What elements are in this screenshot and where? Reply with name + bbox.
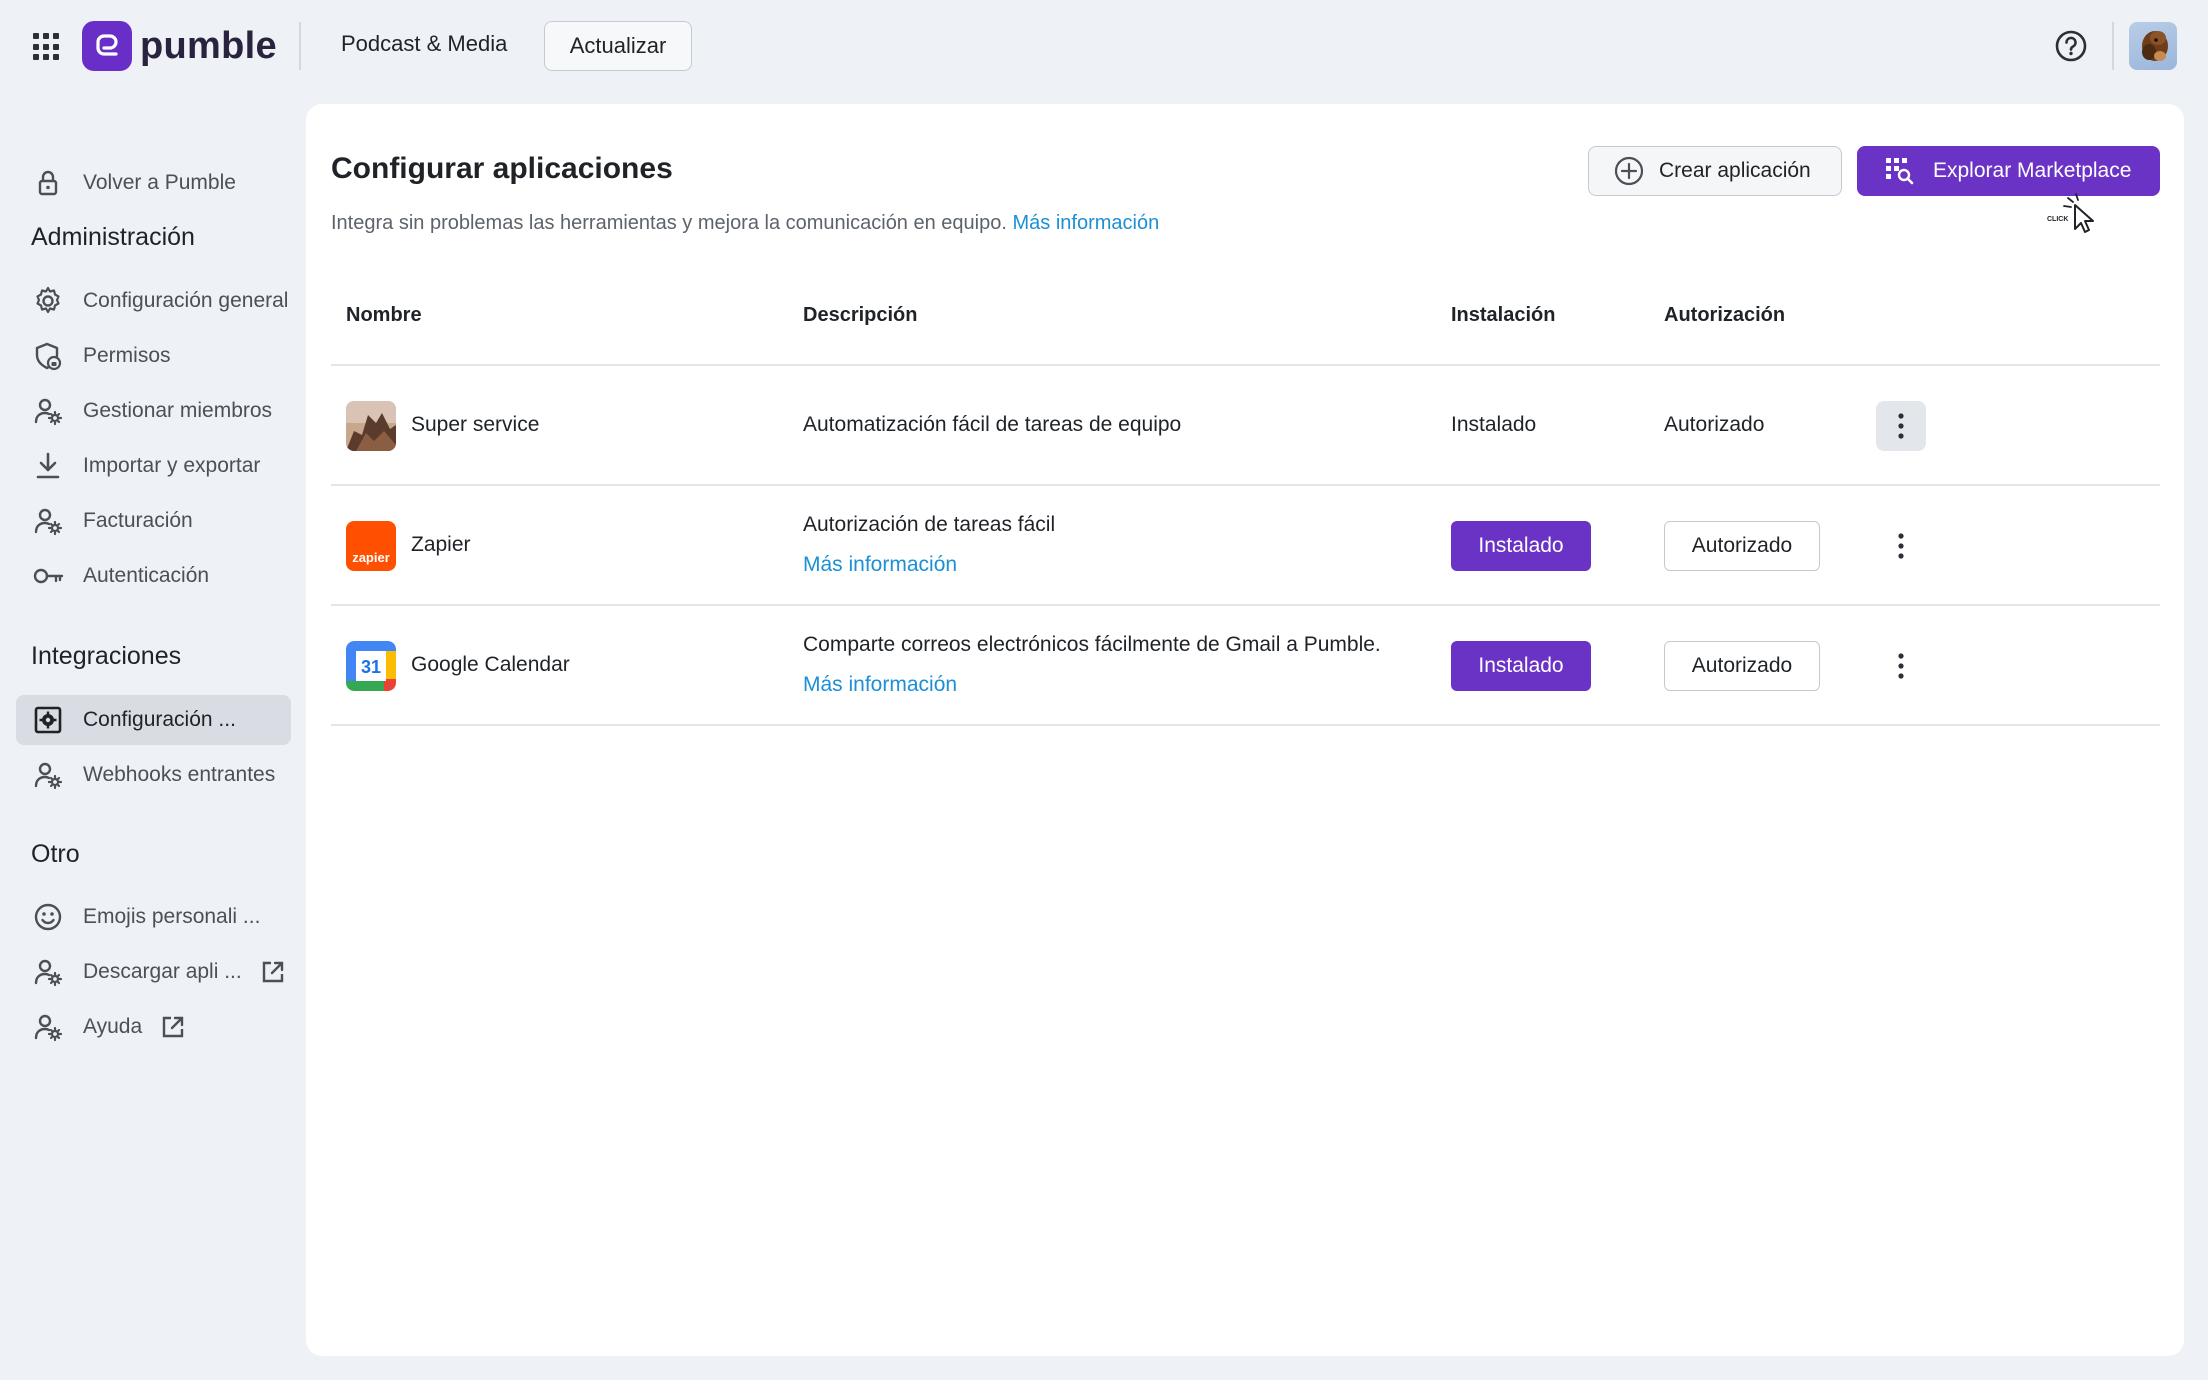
app-description: Autorización de tareas fácil [803,513,1056,536]
installation-status: Instalado [1451,413,1537,436]
sidebar-item-manage-members[interactable]: Gestionar miembros [16,386,291,436]
user-gear-icon [34,398,63,426]
authorization-status: Autorizado [1664,413,1765,436]
sidebar-item-label: Emojis personali ... [83,905,261,928]
sidebar-item-label: Gestionar miembros [83,399,273,422]
app-name: Super service [411,413,540,436]
sidebar-item-permissions[interactable]: Permisos [16,331,291,381]
table-row: zapier Zapier Autorización de tareas fác… [331,485,2160,605]
sidebar-item-label: Descargar apli ... [83,960,242,983]
more-info-link[interactable]: Más información [1012,212,1159,234]
plus-circle-icon [1614,156,1644,186]
sidebar-item-label: Ayuda [83,1015,143,1038]
workspace-name[interactable]: Podcast & Media [341,31,507,57]
click-label: CLICK [2047,216,2068,223]
more-info-link[interactable]: Más información [803,553,957,577]
click-cursor-icon: CLICK [2047,193,2094,233]
sidebar-item-label: Volver a Pumble [83,171,236,194]
authorized-button[interactable]: Autorizado [1664,641,1820,691]
external-link-icon [162,1016,184,1038]
page-title: Configurar aplicaciones [331,152,673,185]
subtitle-text: Integra sin problemas las herramientas y… [331,212,1007,234]
gear-icon [36,286,60,314]
zapier-icon: zapier [346,521,396,571]
more-options-button[interactable] [1876,521,1926,571]
app-description: Comparte correos electrónicos fácilmente… [803,633,1381,656]
authorized-button[interactable]: Autorizado [1664,521,1820,571]
key-icon [33,568,64,584]
app-name: Google Calendar [411,653,570,676]
admin-heading: Administración [31,223,195,251]
google-calendar-icon: 31 [346,641,396,691]
main-panel: Configurar aplicaciones Integra sin prob… [306,104,2184,1356]
explore-marketplace-button[interactable]: Explorar Marketplace [1857,146,2160,196]
smiley-icon [34,903,62,931]
top-bar: pumble Podcast & Media Actualizar [0,0,2208,92]
avatar[interactable] [2129,22,2177,70]
logo-text: pumble [140,24,277,67]
user-gear-icon [34,508,63,536]
installed-button[interactable]: Instalado [1451,641,1591,691]
sidebar-item-label: Configuración general [83,289,289,312]
sidebar-item-incoming-webhooks[interactable]: Webhooks entrantes [16,750,291,800]
create-app-label: Crear aplicación [1659,159,1811,182]
user-gear-icon [34,1014,63,1042]
shield-lock-icon [35,342,62,371]
help-icon[interactable] [2054,29,2088,63]
column-header-authorization: Autorización [1664,304,1786,326]
external-link-icon [262,961,283,983]
sidebar-item-label: Facturación [83,509,193,532]
sidebar-item-billing[interactable]: Facturación [16,496,291,546]
super-service-icon [346,401,396,451]
back-to-pumble-link[interactable]: Volver a Pumble [16,158,291,208]
explore-marketplace-label: Explorar Marketplace [1933,159,2132,182]
sidebar-item-label: Permisos [83,344,171,367]
sidebar-item-label: Importar y exportar [83,454,261,477]
download-icon [36,452,60,479]
more-options-button[interactable] [1876,401,1926,451]
kebab-icon [1898,533,1904,559]
table-row: 31 Google Calendar Comparte correos elec… [331,605,2160,725]
sidebar-item-custom-emojis[interactable]: Emojis personali ... [16,892,291,942]
app-description: Automatización fácil de tareas de equipo [803,413,1182,436]
kebab-icon [1898,413,1904,439]
pumble-logo-icon [82,21,132,71]
sidebar-item-authentication[interactable]: Autenticación [16,551,291,601]
column-header-description: Descripción [803,304,918,326]
more-info-link[interactable]: Más información [803,673,957,697]
pumble-logo[interactable]: pumble [82,21,277,71]
user-gear-icon [34,762,63,790]
apps-grid-icon[interactable] [33,33,61,61]
column-header-installation: Instalación [1451,304,1556,326]
other-heading: Otro [31,840,80,868]
marketplace-search-icon [1886,158,1914,185]
integrations-heading: Integraciones [31,642,182,670]
divider [2112,22,2114,70]
page-subtitle: Integra sin problemas las herramientas y… [331,212,1159,235]
divider [299,22,301,70]
sidebar-item-app-configuration[interactable]: Configuración ... [16,695,291,745]
upgrade-button[interactable]: Actualizar [544,21,692,71]
sidebar-item-download-apps[interactable]: Descargar apli ... [16,947,291,997]
table-divider [331,724,2160,726]
kebab-icon [1898,653,1904,679]
table-row: Super service Automatización fácil de ta… [331,365,2160,485]
sidebar-item-help[interactable]: Ayuda [16,1002,291,1052]
user-gear-icon [34,959,63,987]
zapier-icon-text: zapier [352,550,390,565]
sidebar-item-general-settings[interactable]: Configuración general [16,276,291,326]
sidebar: Volver a Pumble Administración Configura… [0,92,306,1380]
sidebar-item-import-export[interactable]: Importar y exportar [16,441,291,491]
installed-button[interactable]: Instalado [1451,521,1591,571]
sidebar-item-label: Configuración ... [83,708,236,731]
sidebar-item-label: Autenticación [83,564,210,587]
lock-icon [38,170,58,196]
calendar-day-text: 31 [361,657,381,677]
sidebar-item-label: Webhooks entrantes [83,763,276,786]
app-name: Zapier [411,533,471,556]
more-options-button[interactable] [1876,641,1926,691]
app-gear-icon [34,706,62,734]
create-app-button[interactable]: Crear aplicación [1588,146,1842,196]
column-header-name: Nombre [346,304,422,326]
